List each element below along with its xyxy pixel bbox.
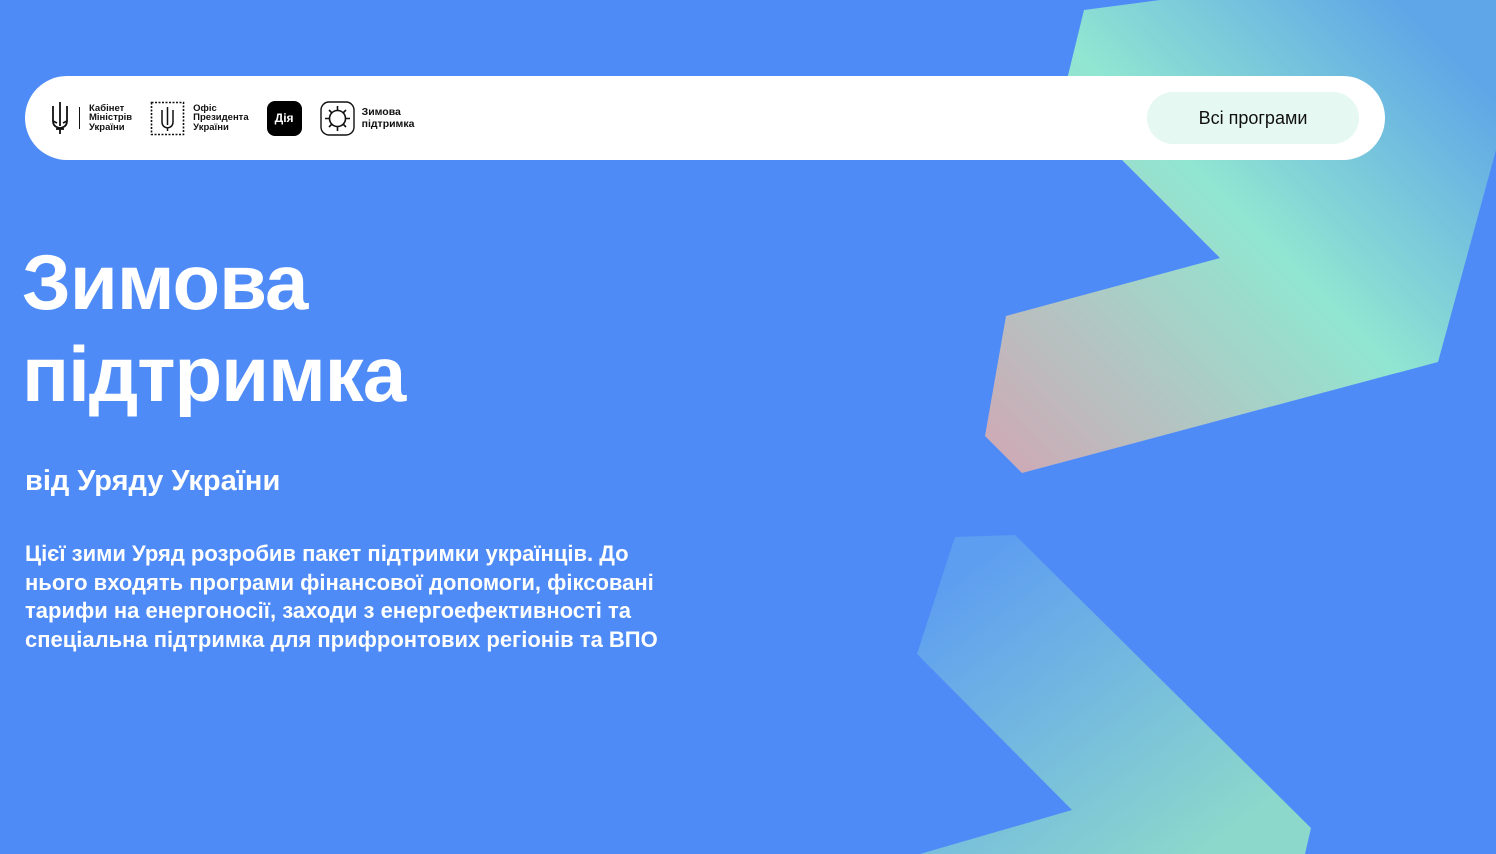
page-subtitle: від Уряду України [25, 465, 281, 497]
winter-support-logo[interactable]: Зимова підтримка [319, 100, 415, 136]
page-title: Зимова підтримка [22, 238, 406, 418]
trident-icon [52, 102, 68, 134]
president-office-logo[interactable]: Офіс Президента України [150, 101, 249, 136]
all-programs-button[interactable]: Всі програми [1147, 92, 1359, 144]
partner-logos: Кабінет Міністрів України Офіс Президент… [49, 76, 414, 160]
diia-icon: Дія [266, 100, 302, 136]
header-bar: Кабінет Міністрів України Офіс Президент… [25, 76, 1385, 160]
cabinet-of-ministers-label: Кабінет Міністрів України [89, 102, 133, 133]
page: Кабінет Міністрів України Офіс Президент… [0, 0, 1496, 854]
diia-logo[interactable]: Дія [266, 100, 302, 136]
page-description: Цієї зими Уряд розробив пакет підтримки … [25, 541, 658, 652]
snowflake-icon [319, 100, 355, 136]
cabinet-of-ministers-logo[interactable]: Кабінет Міністрів України [49, 101, 132, 135]
stamp-icon [150, 101, 185, 135]
president-office-label: Офіс Президента України [193, 102, 249, 133]
logo-divider [79, 107, 80, 129]
winter-support-label: Зимова підтримка [361, 106, 415, 130]
